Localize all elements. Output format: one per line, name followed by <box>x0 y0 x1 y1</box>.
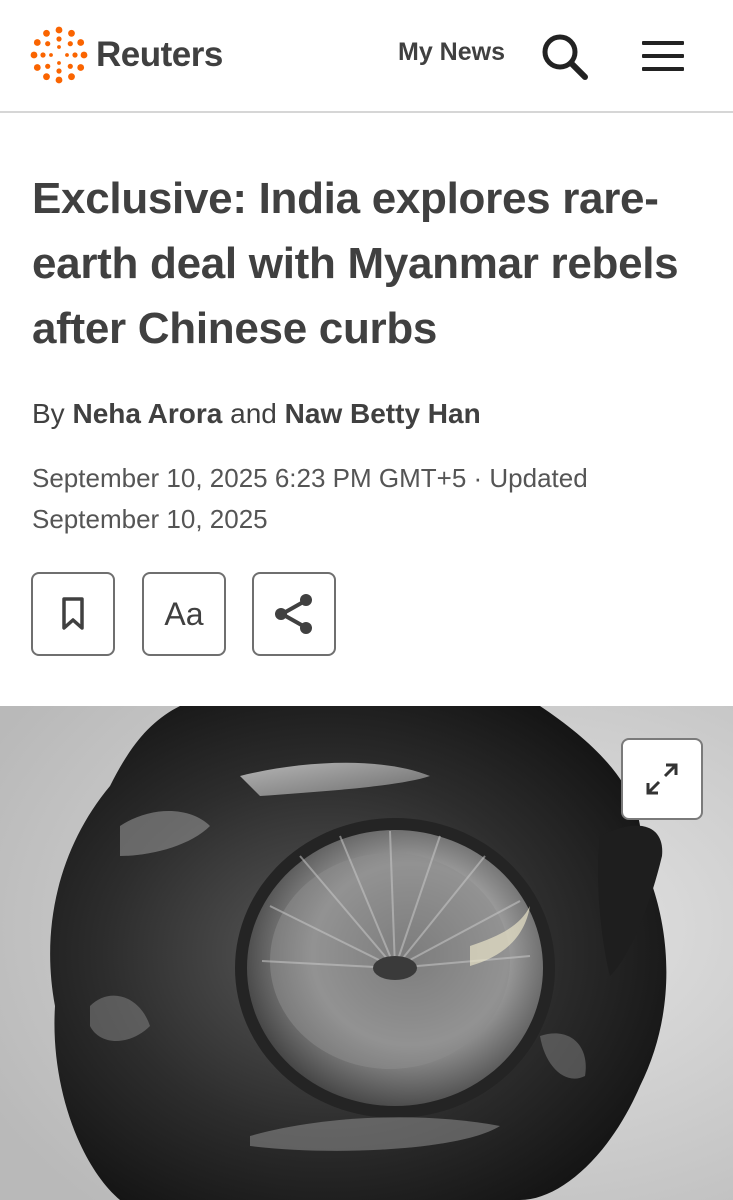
author-link[interactable]: Naw Betty Han <box>285 398 481 429</box>
article-byline: By Neha Arora and Naw Betty Han <box>32 398 481 430</box>
search-button[interactable] <box>540 32 590 82</box>
reuters-logo-icon <box>30 26 88 84</box>
text-size-label: Aa <box>164 595 204 632</box>
search-icon <box>542 34 588 80</box>
brand-name: Reuters <box>96 35 223 74</box>
my-news-link[interactable]: My News <box>398 38 505 67</box>
byline-joiner: and <box>230 398 277 429</box>
site-header: Reuters My News <box>0 0 733 113</box>
menu-button[interactable] <box>640 36 686 76</box>
author-link[interactable]: Neha Arora <box>72 398 222 429</box>
byline-prefix: By <box>32 398 65 429</box>
article-headline: Exclusive: India explores rare-earth dea… <box>32 174 679 353</box>
share-button[interactable] <box>252 572 336 656</box>
reuters-logo[interactable]: Reuters <box>30 26 223 84</box>
share-icon <box>275 594 312 634</box>
article-dateline: September 10, 2025 6:23 PM GMT+5 · Updat… <box>32 463 588 534</box>
hamburger-menu-icon <box>642 41 684 71</box>
bookmark-icon <box>62 597 84 630</box>
expand-icon <box>646 763 678 795</box>
text-size-button[interactable]: Aa <box>142 572 226 656</box>
expand-image-button[interactable] <box>621 738 703 820</box>
bookmark-button[interactable] <box>31 572 115 656</box>
